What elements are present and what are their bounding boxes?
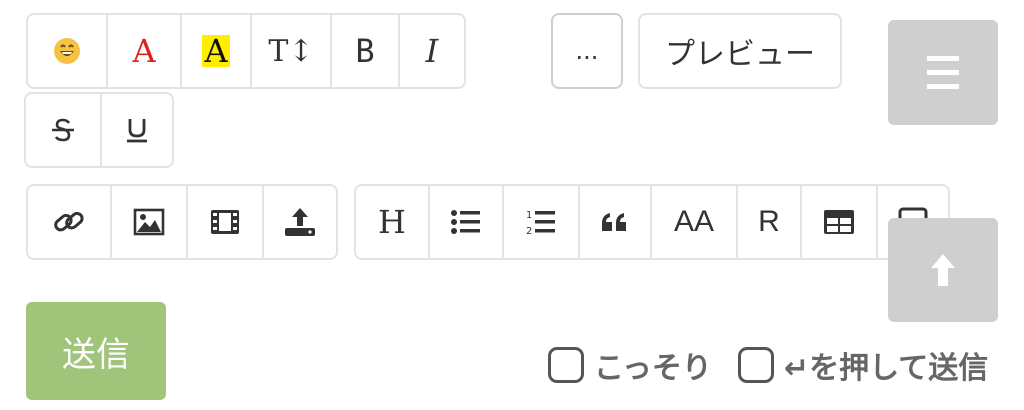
block-toolbar-group: H 1 2 AA R xyxy=(354,184,950,260)
font-color-button[interactable]: A xyxy=(106,13,182,89)
grinning-face-icon xyxy=(53,37,81,65)
insert-toolbar-group xyxy=(26,184,338,260)
send-button[interactable]: 送信 xyxy=(26,302,166,400)
strikethrough-icon xyxy=(48,115,78,145)
numbered-list-button[interactable]: 1 2 xyxy=(502,184,580,260)
quote-icon xyxy=(600,211,630,233)
enter-send-checkbox[interactable] xyxy=(738,347,774,383)
table-button[interactable] xyxy=(800,184,878,260)
highlight-button[interactable]: A xyxy=(180,13,252,89)
numbered-list-icon: 1 2 xyxy=(525,207,557,237)
italic-button[interactable]: I xyxy=(398,13,466,89)
bullet-list-icon xyxy=(450,209,482,235)
highlight-icon: A xyxy=(202,32,230,70)
small-caps-label: AA xyxy=(673,205,715,238)
ruby-button[interactable]: R xyxy=(736,184,802,260)
small-caps-button[interactable]: AA xyxy=(650,184,738,260)
heading-button[interactable]: H xyxy=(354,184,430,260)
strikethrough-button[interactable] xyxy=(24,92,102,168)
table-icon xyxy=(823,209,855,235)
bold-icon: B xyxy=(355,32,375,70)
film-icon xyxy=(209,208,241,236)
menu-button[interactable] xyxy=(888,20,998,125)
upload-icon xyxy=(283,206,317,238)
image-button[interactable] xyxy=(110,184,188,260)
more-group: ... xyxy=(551,13,623,89)
quote-button[interactable] xyxy=(578,184,652,260)
hamburger-icon xyxy=(925,53,961,93)
video-button[interactable] xyxy=(186,184,264,260)
format-toolbar-group: A A T↕ B I xyxy=(26,13,466,89)
font-size-button[interactable]: T↕ xyxy=(250,13,332,89)
more-button[interactable]: ... xyxy=(551,13,623,89)
arrow-up-icon xyxy=(928,252,958,288)
enter-send-option[interactable]: ↵を押して送信 xyxy=(738,343,988,387)
underline-button[interactable] xyxy=(100,92,174,168)
underline-icon xyxy=(122,115,152,145)
format-toolbar-group-2 xyxy=(24,92,174,168)
link-button[interactable] xyxy=(26,184,112,260)
more-label: ... xyxy=(575,37,599,65)
enter-send-label: ↵を押して送信 xyxy=(784,351,989,386)
upload-button[interactable] xyxy=(262,184,338,260)
bold-button[interactable]: B xyxy=(330,13,400,89)
image-icon xyxy=(133,208,165,236)
italic-icon: I xyxy=(425,32,439,70)
svg-text:2: 2 xyxy=(526,226,532,237)
font-size-icon: T↕ xyxy=(268,33,314,69)
emoji-button[interactable] xyxy=(26,13,108,89)
bulleted-list-button[interactable] xyxy=(428,184,504,260)
svg-text:1: 1 xyxy=(526,210,532,221)
secret-option[interactable]: こっそり xyxy=(548,343,712,387)
secret-checkbox[interactable] xyxy=(548,347,584,383)
preview-button[interactable]: プレビュー xyxy=(638,13,842,89)
preview-label: プレビュー xyxy=(665,37,815,72)
font-color-icon: A xyxy=(132,32,156,70)
ruby-label: R xyxy=(758,205,780,238)
scroll-top-button[interactable] xyxy=(888,218,998,322)
heading-icon: H xyxy=(378,203,406,241)
send-label: 送信 xyxy=(62,334,130,375)
secret-label: こっそり xyxy=(594,351,712,386)
link-icon xyxy=(52,205,86,239)
preview-group: プレビュー xyxy=(638,13,842,89)
